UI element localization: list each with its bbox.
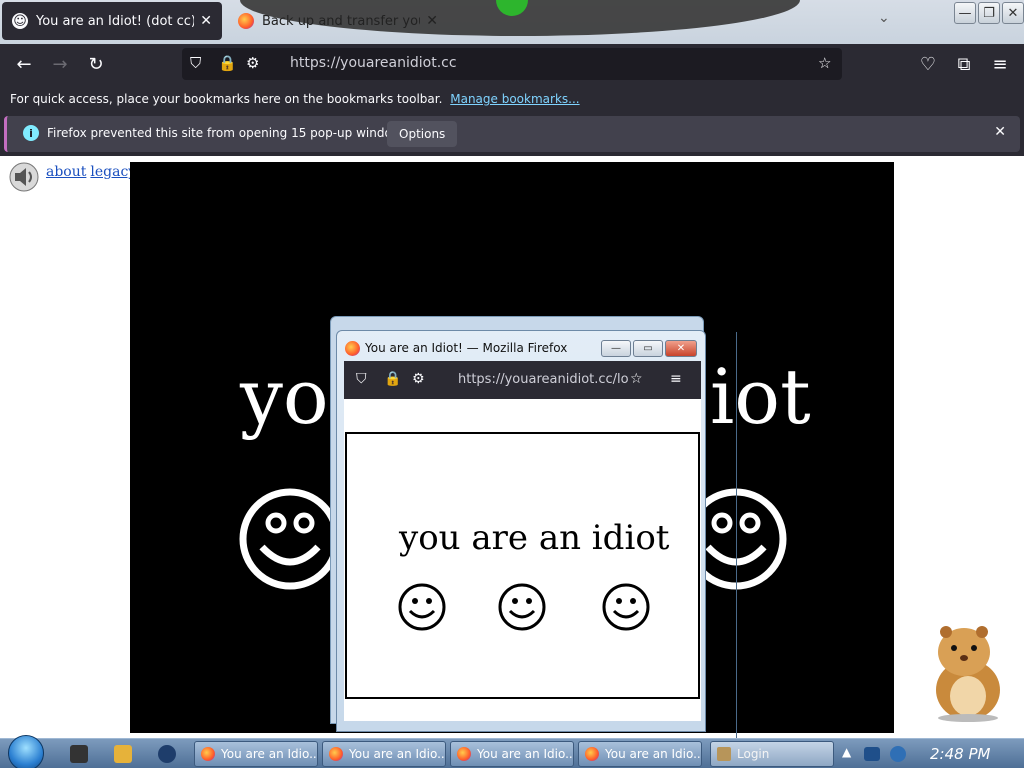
notification-message: Firefox prevented this site from opening… [47, 126, 412, 140]
taskbar-task[interactable]: You are an Idio... [194, 741, 318, 767]
smiley-icon [239, 488, 341, 590]
about-link[interactable]: about [46, 164, 86, 180]
tab-close-icon[interactable]: ✕ [200, 13, 212, 29]
popup-text: you are an idiot [399, 518, 670, 558]
firefox-icon [457, 747, 471, 761]
firefox-icon [585, 747, 599, 761]
tab-title: You are an Idiot! (dot cc) [36, 13, 195, 29]
taskbar-task[interactable]: You are an Idio... [578, 741, 702, 767]
taskbar-task-login[interactable]: Login [710, 741, 834, 767]
popup-frame: you are an idiot [345, 432, 700, 699]
options-button[interactable]: Options [387, 121, 458, 147]
list-all-tabs-icon[interactable]: ⌄ [878, 10, 890, 26]
firefox-icon [345, 341, 360, 356]
firefox-icon [201, 747, 215, 761]
browser-quick-icon[interactable] [158, 745, 176, 763]
smiley-icon [602, 583, 650, 631]
menu-icon[interactable]: ≡ [988, 52, 1012, 76]
notification-close-icon[interactable]: ✕ [994, 124, 1006, 140]
popup-page: you are an idiot [344, 399, 701, 721]
pocket-icon[interactable]: ♡ [916, 52, 940, 76]
notification-bar: i Firefox prevented this site from openi… [4, 116, 1020, 152]
close-window-button[interactable]: ✕ [1002, 2, 1024, 24]
forward-button[interactable]: → [48, 52, 72, 76]
shield-icon[interactable]: ⛉ [190, 54, 201, 72]
smiley-icon [398, 583, 446, 631]
popup-minimize-button[interactable]: — [601, 340, 631, 357]
back-button[interactable]: ← [12, 52, 36, 76]
start-button[interactable] [8, 735, 44, 768]
permissions-icon[interactable]: ⚙ [412, 371, 425, 387]
bookmarks-hint: For quick access, place your bookmarks h… [10, 92, 443, 106]
info-icon: i [23, 125, 39, 141]
minimize-button[interactable]: — [954, 2, 976, 24]
big-text-right: iot [710, 352, 811, 441]
bookmark-star-icon[interactable]: ☆ [630, 371, 643, 387]
lock-icon[interactable]: 🔒 [218, 54, 237, 72]
popup-window[interactable]: You are an Idiot! — Mozilla Firefox — ▭ … [336, 330, 706, 732]
lock-icon[interactable]: 🔒 [384, 371, 401, 387]
smiley-icon: ☺ [12, 13, 28, 29]
extensions-icon[interactable]: ⧉ [952, 52, 976, 76]
popup-edge-line [736, 332, 737, 738]
speaker-icon[interactable] [8, 162, 40, 192]
media-player-icon[interactable] [114, 745, 132, 763]
popup-restore-button[interactable]: ▭ [633, 340, 663, 357]
window-controls: — ❐ ✕ [954, 2, 1024, 24]
url-text[interactable]: https://youareanidiot.cc [290, 55, 457, 71]
taskbar: You are an Idio... You are an Idio... Yo… [0, 735, 1024, 768]
reload-button[interactable]: ↻ [84, 52, 108, 76]
big-text-left: yo [240, 352, 329, 441]
permissions-icon[interactable]: ⚙ [246, 54, 259, 72]
firefox-icon [329, 747, 343, 761]
tab-bar: ☺ You are an Idiot! (dot cc) ✕ Back up a… [0, 0, 1024, 44]
restore-button[interactable]: ❐ [978, 2, 1000, 24]
popup-title: You are an Idiot! — Mozilla Firefox [365, 341, 568, 355]
taskbar-task[interactable]: You are an Idio... [450, 741, 574, 767]
hamster-icon [936, 626, 1000, 722]
manage-bookmarks-link[interactable]: Manage bookmarks... [450, 92, 579, 106]
volume-icon[interactable] [890, 746, 906, 762]
network-icon[interactable] [864, 747, 880, 761]
nav-bar: ← → ↻ ⛉ 🔒 ⚙ https://youareanidiot.cc ☆ ♡… [0, 44, 1024, 84]
smiley-icon [498, 583, 546, 631]
popup-close-button[interactable]: ✕ [665, 340, 697, 357]
firefox-icon [238, 13, 254, 29]
popup-nav-bar: ⛉ 🔒 ⚙ https://youareanidiot.cc/lol. ☆ ≡ [344, 361, 701, 399]
url-bar[interactable]: ⛉ 🔒 ⚙ https://youareanidiot.cc ☆ [182, 48, 842, 80]
popup-url-text[interactable]: https://youareanidiot.cc/lol. [458, 372, 628, 387]
tray-expand-icon[interactable]: ▲ [842, 745, 851, 759]
tab-you-are-an-idiot[interactable]: ☺ You are an Idiot! (dot cc) ✕ [2, 2, 222, 40]
clock[interactable]: 2:48 PM [930, 745, 990, 763]
menu-icon[interactable]: ≡ [670, 371, 682, 387]
login-icon [717, 747, 731, 761]
popup-blocked-notification: i Firefox prevented this site from openi… [0, 114, 1024, 156]
taskbar-task[interactable]: You are an Idio... [322, 741, 446, 767]
bookmark-star-icon[interactable]: ☆ [818, 54, 831, 72]
tab-title: Back up and transfer your Firef [262, 13, 420, 29]
quick-launch-icon[interactable] [70, 745, 88, 763]
shield-icon[interactable]: ⛉ [356, 371, 367, 387]
bookmarks-toolbar: For quick access, place your bookmarks h… [0, 84, 1024, 114]
tab-backup-transfer[interactable]: Back up and transfer your Firef ✕ [228, 2, 448, 40]
tab-close-icon[interactable]: ✕ [426, 13, 438, 29]
